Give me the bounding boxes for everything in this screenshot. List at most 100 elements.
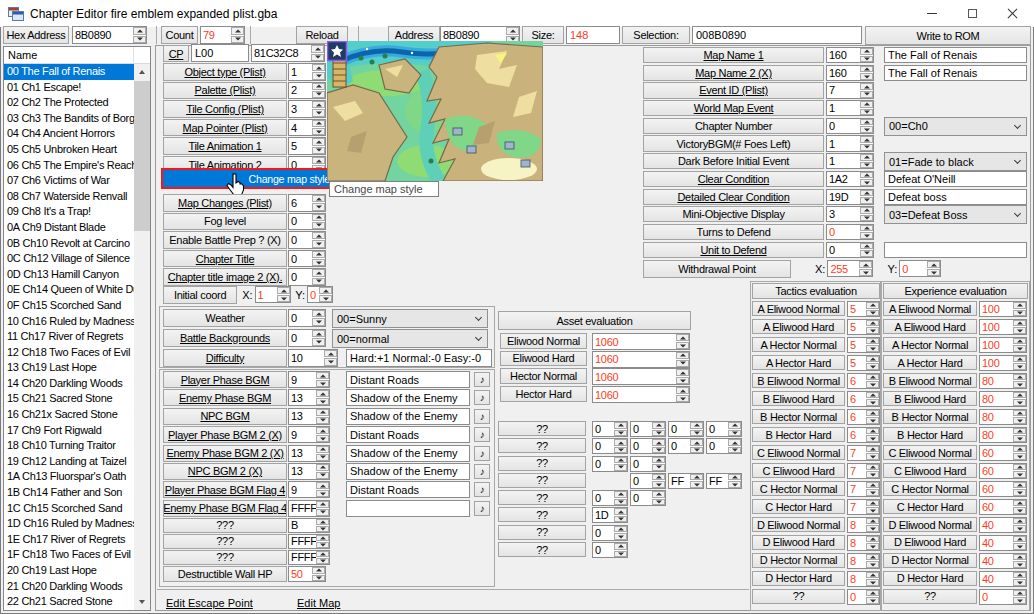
spin-down-button[interactable] <box>614 499 627 506</box>
bgm-value-spinner[interactable]: 9 <box>288 371 330 388</box>
chapter-list-item[interactable]: 18 Ch10 Turning Traitor <box>4 438 134 454</box>
spin-down-button[interactable] <box>1013 417 1026 424</box>
unknown-spinner[interactable]: 0 <box>630 421 666 437</box>
count-input[interactable]: 79 <box>200 26 245 44</box>
spin-up-button[interactable] <box>312 120 325 127</box>
experience-label[interactable]: A Hector Normal <box>883 337 977 352</box>
spin-down-button[interactable] <box>1013 327 1026 334</box>
spin-down-button[interactable] <box>312 72 325 79</box>
spin-up-button[interactable] <box>614 439 627 446</box>
spin-down-button[interactable] <box>1013 525 1026 532</box>
chapter-list-item[interactable]: 19 Ch12 Landing at Taizel <box>4 454 134 470</box>
spin-down-button[interactable] <box>312 91 325 98</box>
config-button[interactable]: Detailed Clear Condition <box>643 189 824 205</box>
bgm-button[interactable]: Player Phase BGM Flag 4 <box>163 481 287 498</box>
experience-label[interactable]: D Eliwood Normal <box>883 517 977 532</box>
bgm-button[interactable]: Enemy Phase BGM <box>163 389 287 406</box>
spin-up-button[interactable] <box>652 422 665 429</box>
spin-down-button[interactable] <box>316 454 329 461</box>
music-note-button[interactable] <box>474 501 490 516</box>
chapter-list-item[interactable]: 1D Ch16 Ruled by Madness <box>4 516 134 532</box>
config-spinner[interactable]: 160 <box>826 65 874 81</box>
environment-dropdown[interactable]: 00=Sunny <box>332 309 488 328</box>
spin-down-button[interactable] <box>1013 489 1026 496</box>
chapter-list-item[interactable]: 11 Ch17 River of Regrets <box>4 329 134 345</box>
unknown-label[interactable]: ?? <box>498 542 586 557</box>
spin-down-button[interactable] <box>860 126 873 133</box>
config-spinner[interactable]: 1 <box>826 153 874 169</box>
spin-up-button[interactable] <box>728 422 741 429</box>
pointer-input[interactable]: 81C32C8 <box>251 44 325 62</box>
unknown-label[interactable]: ?? <box>498 421 586 436</box>
cp-button[interactable]: CP <box>163 45 189 62</box>
spin-up-button[interactable] <box>1013 338 1026 345</box>
tactics-label[interactable]: A Hector Hard <box>752 355 845 370</box>
wall-hp-spinner[interactable]: 50 <box>288 566 326 582</box>
spin-up-button[interactable] <box>1013 410 1026 417</box>
spin-up-button[interactable] <box>231 27 244 35</box>
chapter-list-item[interactable]: 15 Ch21 Sacred Stone <box>4 391 134 407</box>
spin-up-button[interactable] <box>614 422 627 429</box>
chapter-setting-spinner[interactable]: 0 <box>288 213 326 231</box>
spin-down-button[interactable] <box>860 56 873 63</box>
music-note-button[interactable] <box>474 464 490 479</box>
config-dropdown[interactable]: 00=Ch0 <box>884 117 1027 136</box>
bgm-name-input[interactable]: Distant Roads <box>346 371 470 388</box>
bgm-name-input[interactable]: Shadow of the Enemy <box>346 389 470 406</box>
initial-coord-button[interactable]: Initial coord <box>163 286 237 304</box>
spin-down-button[interactable] <box>728 481 741 488</box>
spin-up-button[interactable] <box>866 410 879 417</box>
unknown-spinner[interactable]: 0 <box>592 542 628 558</box>
spin-down-button[interactable] <box>231 36 244 44</box>
tactics-label[interactable]: D Hector Hard <box>752 571 845 586</box>
chapter-list-item[interactable]: 0D Ch13 Hamill Canyon <box>4 267 134 283</box>
tactics-label[interactable]: B Hector Normal <box>752 409 845 424</box>
bgm-value-spinner[interactable]: 9 <box>288 426 330 443</box>
unknown-spinner[interactable]: 0 <box>592 438 628 454</box>
spin-up-button[interactable] <box>927 261 940 268</box>
spin-up-button[interactable] <box>312 330 325 337</box>
spin-down-button[interactable] <box>859 269 872 276</box>
tactics-label[interactable]: A Eliwood Normal <box>752 301 845 316</box>
spin-up-button[interactable] <box>316 464 329 471</box>
spin-down-button[interactable] <box>860 197 873 204</box>
spin-down-button[interactable] <box>316 558 329 564</box>
withdrawal-x-spinner[interactable]: 255 <box>827 260 873 277</box>
spin-down-button[interactable] <box>866 381 879 388</box>
spin-up-button[interactable] <box>866 500 879 507</box>
config-button[interactable]: Turns to Defend <box>643 224 824 240</box>
spin-up-button[interactable] <box>1013 500 1026 507</box>
chapter-list-item[interactable]: 09 Ch8 It's a Trap! <box>4 204 134 220</box>
spin-up-button[interactable] <box>1013 590 1026 597</box>
chapter-list-item[interactable]: 07 Ch6 Victims of War <box>4 173 134 189</box>
bgm-value-spinner[interactable]: 13 <box>288 389 330 406</box>
experience-spinner[interactable]: 100 <box>979 337 1027 353</box>
spin-down-button[interactable] <box>316 490 329 497</box>
experience-spinner[interactable]: 100 <box>979 355 1027 371</box>
spin-down-button[interactable] <box>676 360 689 367</box>
spin-down-button[interactable] <box>860 250 873 257</box>
tactics-spinner[interactable]: 5 <box>847 355 880 371</box>
edit-escape-point-link[interactable]: Edit Escape Point <box>166 597 253 609</box>
bgm-button[interactable]: NPC BGM <box>163 408 287 425</box>
spin-up-button[interactable] <box>860 66 873 73</box>
unknown-spinner[interactable]: 0 <box>592 421 628 437</box>
spin-up-button[interactable] <box>1013 302 1026 309</box>
config-button[interactable]: Dark Before Initial Event <box>643 153 824 169</box>
spin-down-button[interactable] <box>1013 471 1026 478</box>
config-spinner[interactable]: 0 <box>826 224 874 240</box>
spin-up-button[interactable] <box>866 464 879 471</box>
config-text-input[interactable]: The Fall of Renais <box>884 65 1027 81</box>
bgm-value-spinner[interactable]: B <box>288 518 330 533</box>
spin-up-button[interactable] <box>866 428 879 435</box>
experience-spinner[interactable]: 60 <box>979 481 1027 497</box>
spin-down-button[interactable] <box>614 430 627 437</box>
config-dropdown[interactable]: 03=Defeat Boss <box>884 205 1027 224</box>
spin-up-button[interactable] <box>860 83 873 90</box>
bgm-button[interactable]: Enemy Phase BGM Flag 4 <box>163 500 287 517</box>
chapter-setting-button[interactable]: Enable Battle Prep ? (X) <box>163 231 287 249</box>
config-button[interactable]: Unit to Defend <box>643 242 824 258</box>
spin-up-button[interactable] <box>860 101 873 108</box>
chapter-list-item[interactable]: 0A Ch9 Distant Blade <box>4 220 134 236</box>
config-button[interactable]: VictoryBGM(# Foes Left) <box>643 135 824 151</box>
